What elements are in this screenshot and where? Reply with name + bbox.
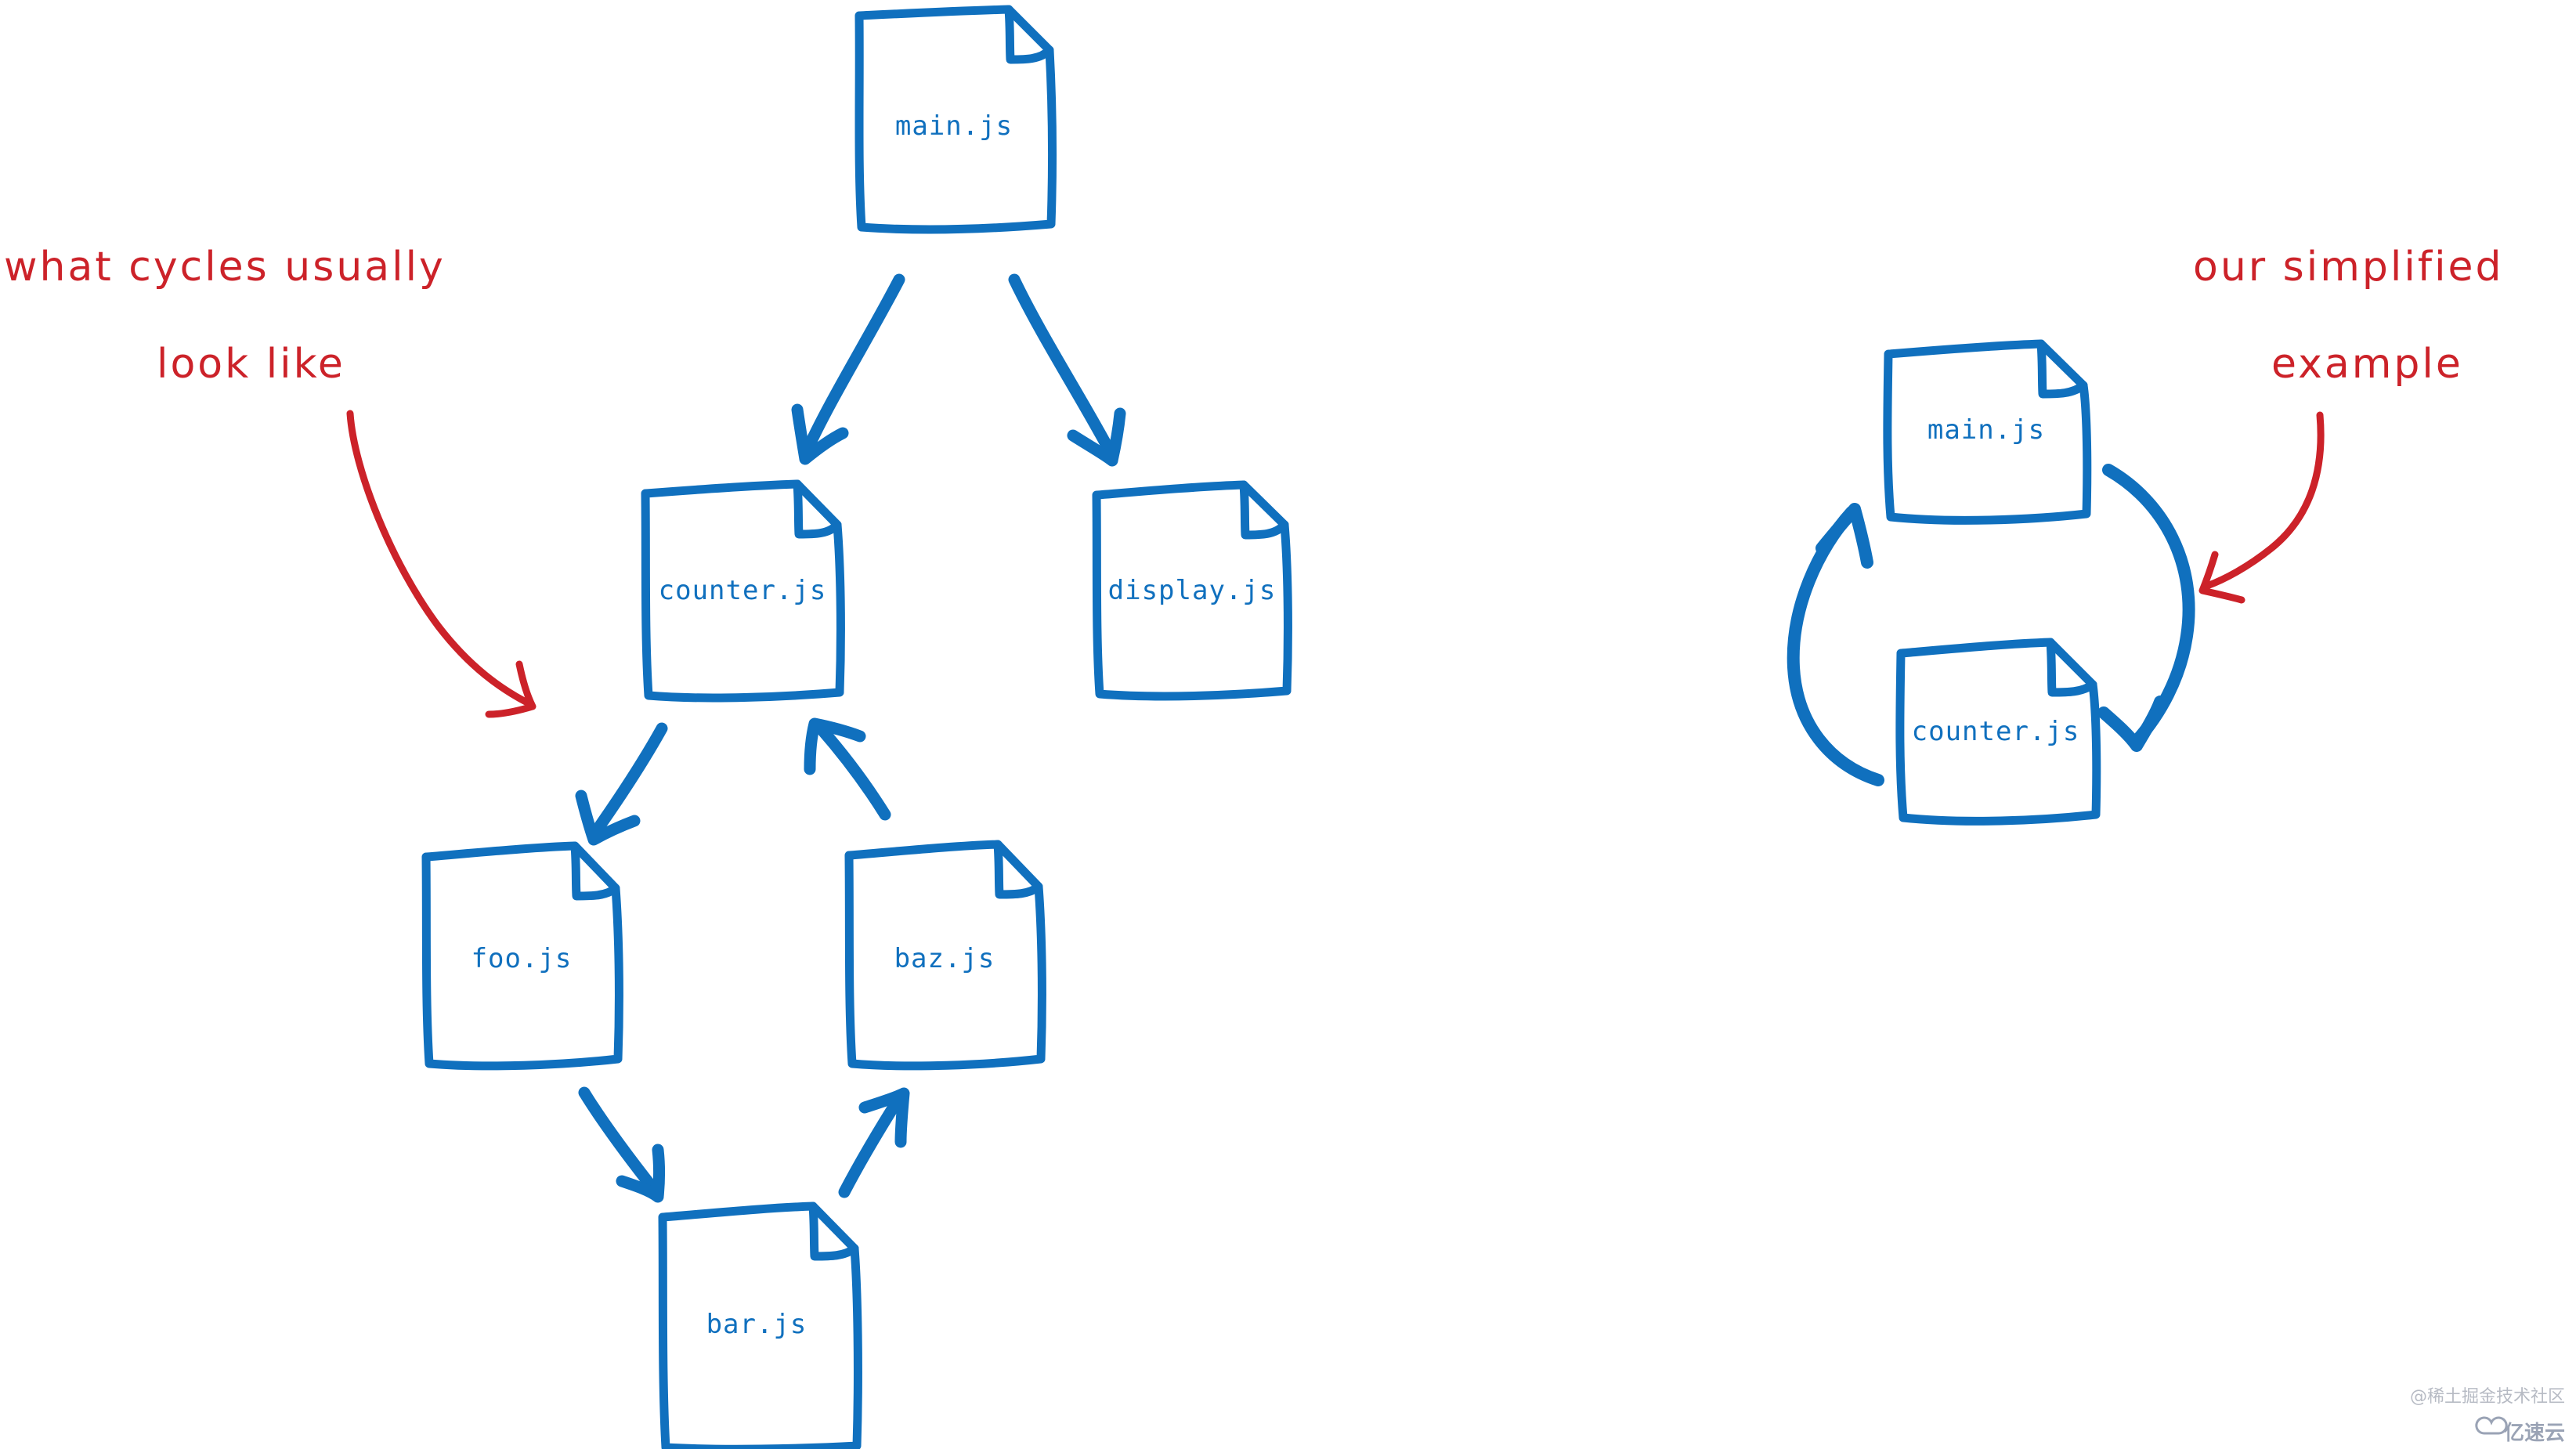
node-main-js-label: main.js [895, 110, 1013, 142]
node-counter-js[interactable]: counter.js [641, 479, 845, 703]
node-bar-js-label: bar.js [706, 1309, 807, 1340]
node-bar-js[interactable]: bar.js [658, 1201, 862, 1449]
node-baz-js[interactable]: baz.js [844, 840, 1046, 1071]
annotation-left-line2: look like [157, 341, 345, 388]
node-display-js[interactable]: display.js [1092, 480, 1292, 701]
node-foo-js-label: foo.js [471, 943, 573, 974]
node-display-js-label: display.js [1108, 575, 1277, 606]
node-main-js[interactable]: main.js [854, 5, 1057, 234]
node-foo-js[interactable]: foo.js [421, 841, 623, 1071]
annotation-right-line1: our simplified [2193, 244, 2504, 291]
node-baz-js-label: baz.js [894, 943, 995, 974]
node-counter-js-right-label: counter.js [1912, 716, 2080, 747]
annotation-right-line2: example [2271, 341, 2463, 388]
watermark-brand-text: 亿速云 [2504, 1422, 2565, 1445]
annotation-left-line1: what cycles usually [4, 244, 446, 291]
node-main-js-right-label: main.js [1927, 414, 2045, 446]
node-main-js-right[interactable]: main.js [1883, 339, 2092, 525]
diagram-canvas: main.js counter.js display.js foo.js baz… [0, 0, 2576, 1449]
watermark-community-text: @稀土掘金技术社区 [2410, 1387, 2565, 1407]
node-counter-js-label: counter.js [659, 575, 827, 606]
canvas-background [0, 0, 2576, 1449]
node-counter-js-right[interactable]: counter.js [1895, 638, 2101, 826]
